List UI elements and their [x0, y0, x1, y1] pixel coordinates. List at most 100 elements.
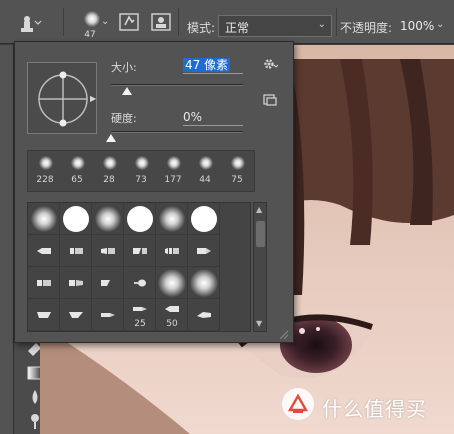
recent-brushes: 228 65 28 73 177 44 75	[27, 150, 255, 192]
recent-brush-item[interactable]: 177	[157, 151, 189, 191]
size-value: 47 像素	[183, 58, 231, 72]
recent-brush-size: 65	[71, 175, 83, 185]
brush-preset-cell[interactable]: 50	[156, 299, 188, 331]
round-tip-icon	[197, 248, 211, 254]
hardness-value[interactable]: 0%	[183, 110, 243, 126]
hardness-slider-thumb[interactable]	[106, 134, 116, 142]
brush-preset-cell[interactable]	[28, 267, 60, 299]
soft-round-brush	[103, 156, 117, 170]
brush-preset-cell[interactable]	[60, 235, 92, 267]
brush-preset-cell[interactable]	[92, 203, 124, 235]
new-preset-icon[interactable]	[263, 94, 277, 106]
recent-brush-item[interactable]: 44	[189, 151, 221, 191]
pencil-tip-icon	[133, 307, 147, 311]
brush-preset-cell[interactable]	[188, 267, 220, 299]
brush-preset-size: 47	[84, 30, 96, 40]
brush-preset-cell[interactable]	[124, 235, 156, 267]
soft-round-brush	[158, 269, 186, 297]
gear-icon[interactable]	[263, 58, 279, 70]
brush-preset-cell[interactable]	[28, 235, 60, 267]
chevron-down-icon[interactable]: ▼	[256, 319, 262, 328]
brush-preset-cell[interactable]	[92, 235, 124, 267]
soft-round-brush	[135, 156, 149, 170]
brush-preset-cell[interactable]	[60, 299, 92, 331]
opacity-value[interactable]: 100%	[400, 19, 434, 33]
angle-tip-icon	[37, 312, 51, 318]
brush-preset-cell[interactable]	[124, 203, 156, 235]
soft-round-brush	[71, 156, 85, 170]
resize-grip-icon[interactable]	[279, 330, 289, 340]
mode-value: 正常	[225, 21, 250, 35]
recent-brush-item[interactable]: 28	[93, 151, 125, 191]
flat-tip-icon	[101, 248, 115, 254]
flat-tip-icon	[70, 248, 83, 254]
brush-preset-cell[interactable]	[188, 235, 220, 267]
brush-preset-cell[interactable]	[92, 299, 124, 331]
brush-panel-icon[interactable]	[118, 11, 140, 33]
chevron-up-icon[interactable]: ▲	[256, 205, 262, 214]
recent-brush-item[interactable]: 75	[221, 151, 253, 191]
pen-tip-icon	[165, 306, 179, 312]
brush-preview-dot	[84, 11, 100, 27]
angle-tip-icon	[101, 280, 110, 286]
clone-source-icon[interactable]	[150, 11, 172, 33]
hardness-slider[interactable]	[111, 131, 243, 133]
size-slider[interactable]	[111, 84, 243, 86]
soft-round-brush	[159, 206, 185, 232]
soft-round-brush	[31, 206, 57, 232]
brush-preset-cell[interactable]	[92, 267, 124, 299]
opacity-label: 不透明度:	[340, 21, 393, 35]
watermark-text: 什么值得买	[322, 397, 427, 421]
recent-brush-item[interactable]: 228	[29, 151, 61, 191]
arrow-right-icon[interactable]: ▶	[90, 94, 96, 103]
size-label: 大小:	[111, 61, 137, 74]
brush-preset-cell[interactable]	[156, 267, 188, 299]
soft-round-brush	[190, 269, 218, 297]
recent-brush-size: 73	[135, 175, 147, 185]
brush-grid-scrollbar[interactable]: ▲ ▼	[253, 202, 267, 332]
mode-select[interactable]: 正常 ⌄	[218, 15, 332, 37]
brush-preset-cell[interactable]	[156, 203, 188, 235]
brush-preset-cell[interactable]: 25	[124, 299, 156, 331]
brush-preset-cell[interactable]	[188, 299, 220, 331]
recent-brush-size: 75	[231, 175, 243, 185]
chevron-down-icon[interactable]: ⌄	[436, 19, 444, 30]
recent-brush-item[interactable]: 65	[61, 151, 93, 191]
soft-round-brush	[199, 156, 213, 170]
brush-preset-cell[interactable]	[60, 267, 92, 299]
pen-tip-icon	[197, 312, 211, 318]
brush-preset-grid: 25 50	[27, 202, 251, 332]
watermark: 什么值得买	[282, 388, 448, 422]
brush-tool-icon[interactable]	[14, 12, 42, 34]
soft-round-brush	[39, 156, 53, 170]
chevron-down-icon: ⌄	[317, 19, 326, 30]
brush-size-label: 50	[166, 319, 178, 329]
brush-size-label: 25	[134, 319, 146, 329]
pencil-tip-icon	[37, 248, 51, 254]
size-field[interactable]: 47 像素	[183, 58, 243, 74]
brush-preset-cell[interactable]	[28, 203, 60, 235]
size-slider-thumb[interactable]	[121, 87, 132, 95]
recent-brush-size: 44	[199, 175, 211, 185]
chevron-down-icon: ⌄	[101, 16, 110, 27]
hard-round-brush	[63, 206, 89, 232]
brush-preset-cell[interactable]	[156, 235, 188, 267]
flat-tip-icon	[69, 280, 83, 286]
separator	[336, 8, 337, 36]
recent-brush-size: 228	[36, 175, 54, 185]
scrollbar-thumb[interactable]	[256, 221, 265, 247]
hardness-label: 硬度:	[111, 112, 137, 125]
angle-tip-icon	[69, 312, 83, 318]
separator	[178, 8, 179, 36]
brush-preset-cell[interactable]	[124, 267, 156, 299]
recent-brush-item[interactable]: 73	[125, 151, 157, 191]
watermark-logo-icon	[282, 388, 314, 420]
brush-preset-picker[interactable]: 47 ⌄	[74, 4, 112, 42]
brush-angle-preview[interactable]	[27, 62, 97, 134]
flat-tip-icon	[37, 280, 51, 286]
brush-preset-cell[interactable]	[28, 299, 60, 331]
hard-round-brush	[191, 206, 217, 232]
pencil-tip-icon	[101, 313, 115, 317]
brush-preset-cell[interactable]	[188, 203, 220, 235]
brush-preset-cell[interactable]	[60, 203, 92, 235]
